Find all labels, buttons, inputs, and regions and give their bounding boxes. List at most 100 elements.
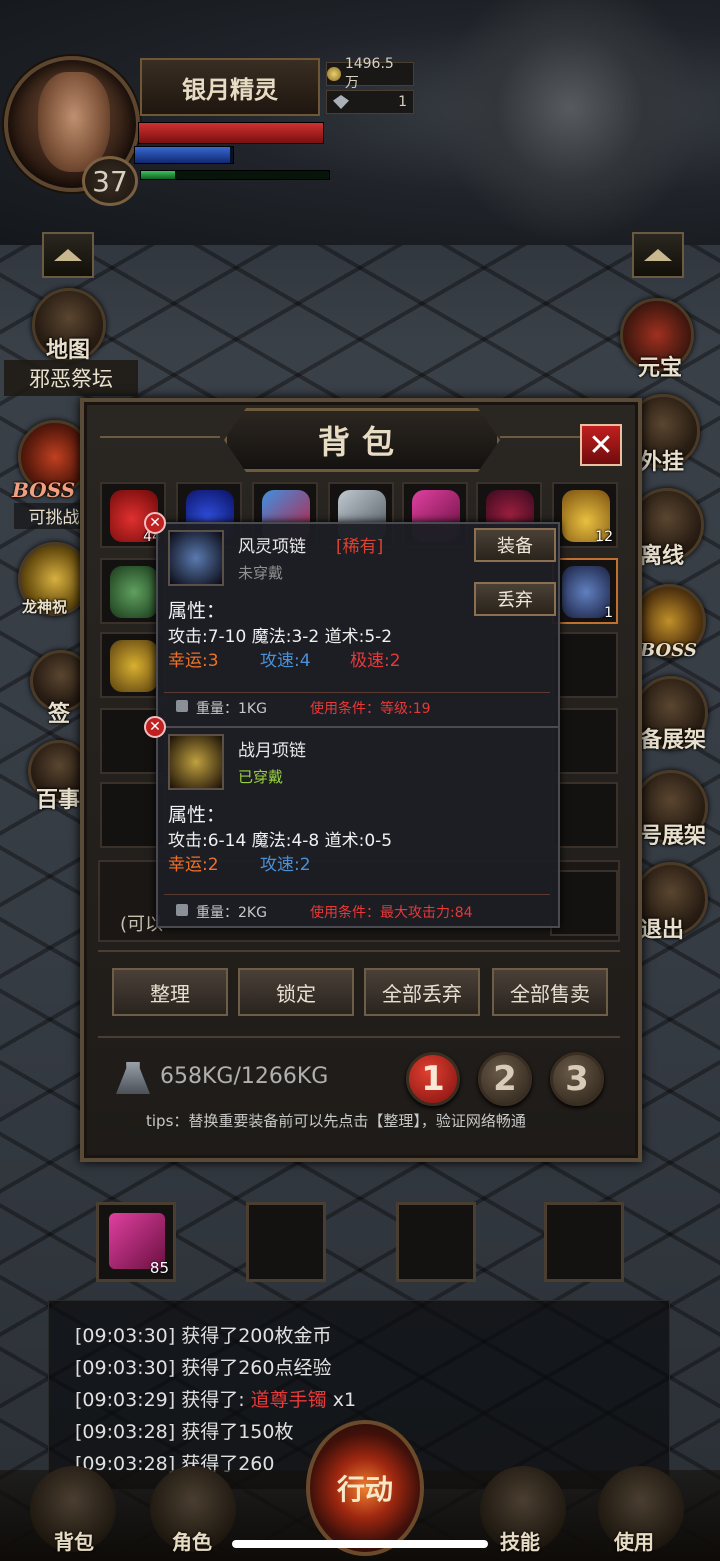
equip-button[interactable]: 装备 [474,528,556,562]
bag-slot[interactable]: 12 [552,482,618,548]
gold-value: 1496.5万 [344,56,394,91]
item1-rarity: [稀有] [336,537,384,557]
separator [164,692,550,693]
mp-bar [134,146,234,164]
demon-statue-decoration [440,0,700,240]
item1-name: 风灵项链 [238,537,306,557]
wind-necklace-icon [168,530,224,586]
close-icon[interactable]: ✕ [144,716,166,738]
quick-slot[interactable] [246,1202,326,1282]
lock-button[interactable]: 锁定 [238,968,354,1016]
nav-use-label: 使用 [614,1530,654,1554]
necklace-icon [562,566,610,618]
item2-attr-title: 属性： [168,804,226,826]
action-button[interactable]: 行动 [306,1420,424,1556]
hp-fill [139,123,323,143]
separator [164,894,550,895]
hp-bar [138,122,324,144]
chevron-up-icon [644,249,672,261]
bag-slot[interactable] [552,632,618,698]
player-name: 银月精灵 [140,58,320,116]
item-count: 12 [595,529,613,545]
weight-value: 658KG/1266KG [160,1064,329,1089]
page-2-button[interactable]: 2 [478,1052,532,1106]
discard-button[interactable]: 丢弃 [474,582,556,616]
sell-all-button[interactable]: 全部售卖 [492,968,608,1016]
item-count: 85 [149,1259,169,1277]
item1-attr-main: 攻击:7-10 魔法:3-2 道术:5-2 [168,627,393,647]
item1-speed: 极速:2 [350,651,401,671]
coin-icon [327,67,341,81]
divider [156,726,560,728]
divider [98,950,620,952]
item-count: 1 [604,605,613,621]
close-icon[interactable]: ✕ [144,512,166,534]
signin-label: 签 [48,701,71,727]
waigua-label: 外挂 [640,449,685,475]
weight-icon [176,700,188,712]
item1-status: 未穿戴 [238,564,284,582]
nav-bag-label: 背包 [54,1530,94,1554]
discard-all-button[interactable]: 全部丢弃 [364,968,480,1016]
home-indicator[interactable] [232,1540,488,1548]
item1-weight: 重量：1KG [196,701,267,717]
bag-title: 背包 [224,408,500,472]
item2-attr-main: 攻击:6-14 魔法:4-8 道术:0-5 [168,831,393,851]
gem-counter: 1 [326,90,414,114]
offline-label: 离线 [640,543,685,569]
title-display-label: 号展架 [640,823,707,849]
xp-bar [140,170,330,180]
ring-icon [110,566,158,618]
battle-moon-necklace-icon [168,734,224,790]
mp-fill [135,147,231,163]
collapse-left-button[interactable] [42,232,94,278]
nav-character-label: 角色 [172,1530,212,1554]
chevron-up-icon [54,249,82,261]
bag-slot[interactable] [552,782,618,848]
weight-icon [176,904,188,916]
gem-icon [333,95,349,109]
bag-slot[interactable] [552,708,618,774]
gold-counter: 1496.5万 [326,56,414,91]
chat-line: [09:03:30] 获得了200枚金币 [75,1325,332,1347]
page-1-button[interactable]: 1 [406,1052,460,1106]
collapse-right-button[interactable] [632,232,684,278]
bag-slot-selected[interactable]: 1 [552,558,618,624]
item1-attr-title: 属性： [168,600,226,622]
equip-display-label: 备展架 [640,727,707,753]
quick-slot[interactable] [396,1202,476,1282]
dragon-label: 龙神祝 [22,598,68,616]
chat-line: [09:03:29] 获得了: 道尊手镯 x1 [75,1389,357,1411]
page-3-button[interactable]: 3 [550,1052,604,1106]
exit-label: 退出 [640,917,685,943]
sort-button[interactable]: 整理 [112,968,228,1016]
yuanbao-label: 元宝 [638,355,683,381]
chat-line: [09:03:28] 获得了150枚 [75,1421,294,1443]
level-badge: 37 [82,156,138,206]
chat-line: [09:03:30] 获得了260点经验 [75,1357,332,1379]
quick-slot[interactable] [544,1202,624,1282]
item2-luck: 幸运:2 [168,855,219,875]
chat-item-highlight: 道尊手镯 [250,1389,327,1411]
bag-slot[interactable] [550,870,618,936]
quick-slot[interactable]: 85 [96,1202,176,1282]
nav-skills-label: 技能 [500,1530,540,1554]
item1-luck: 幸运:3 [168,651,219,671]
ornament-right [500,436,580,466]
bracelet-icon [110,640,158,692]
ornament-left [100,436,220,466]
boss-right-label: BOSS [640,640,697,661]
xp-fill [141,171,175,179]
gem-value: 1 [398,94,407,110]
item2-weight: 重量：2KG [196,905,267,921]
item2-name: 战月项链 [238,741,306,761]
tips-text: tips：替换重要装备前可以先点击【整理】，验证网络畅通 [146,1112,526,1130]
misc-label: 百事 [36,787,81,813]
close-button[interactable]: ✕ [580,424,622,466]
item2-requirement: 使用条件：最大攻击力:84 [310,905,473,921]
item1-atk-speed: 攻速:4 [260,651,311,671]
location-name: 邪恶祭坛 [4,360,138,396]
boss-label: BOSS [12,478,76,502]
item2-status: 已穿戴 [238,768,284,786]
item2-atk-speed: 攻速:2 [260,855,311,875]
